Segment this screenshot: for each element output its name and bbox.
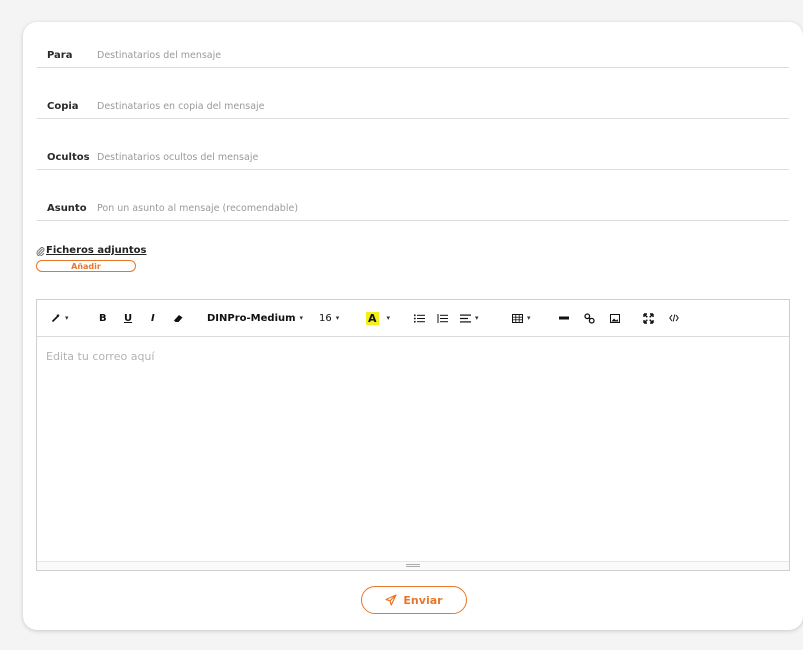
attachments-title: Ficheros adjuntos: [36, 245, 147, 256]
table-dropdown[interactable]: ▾: [512, 310, 531, 326]
insert-image-button[interactable]: [610, 310, 620, 326]
send-label: Enviar: [403, 593, 443, 607]
code-view-button[interactable]: [669, 310, 679, 326]
add-attachment-button[interactable]: Añadir: [36, 260, 136, 272]
subject-field: Asunto: [37, 181, 789, 221]
horizontal-rule-button[interactable]: [559, 310, 569, 326]
table-icon: [512, 313, 523, 323]
highlight-a-icon: A: [366, 311, 379, 325]
fullscreen-button[interactable]: [643, 310, 654, 326]
chevron-down-icon: ▾: [386, 314, 391, 322]
horizontal-rule-icon: [559, 316, 569, 320]
chevron-down-icon: ▾: [335, 314, 340, 322]
align-left-icon: [460, 314, 471, 322]
bold-button[interactable]: B: [99, 310, 107, 326]
subject-label: Asunto: [47, 203, 87, 214]
compose-card: Para Copia Ocultos Asunto Ficheros adjun…: [23, 22, 803, 630]
font-size-dropdown[interactable]: 16 ▾: [319, 310, 339, 326]
style-dropdown[interactable]: ▾: [51, 310, 69, 326]
font-family-value: DINPro-Medium: [207, 312, 296, 324]
ordered-list-button[interactable]: [437, 310, 448, 326]
paper-plane-icon: [385, 594, 398, 606]
cc-field: Copia: [37, 79, 789, 119]
rich-text-editor: ▾ B U I DINPro-Medium ▾ 16 ▾ A ▾ ▾ ▾ Edi…: [36, 299, 790, 571]
image-icon: [610, 313, 620, 323]
font-size-value: 16: [319, 312, 332, 324]
insert-link-button[interactable]: [584, 310, 595, 326]
attachments-label: Ficheros adjuntos: [46, 245, 147, 256]
paragraph-align-dropdown[interactable]: ▾: [460, 310, 479, 326]
paperclip-icon: [36, 246, 45, 256]
chevron-down-icon: ▾: [475, 314, 479, 322]
bcc-label: Ocultos: [47, 152, 90, 163]
unordered-list-button[interactable]: [414, 310, 425, 326]
cc-label: Copia: [47, 101, 79, 112]
to-field: Para: [37, 28, 789, 68]
bcc-field: Ocultos: [37, 130, 789, 170]
editor-toolbar: ▾ B U I DINPro-Medium ▾ 16 ▾ A ▾ ▾ ▾: [37, 300, 789, 337]
send-button[interactable]: Enviar: [361, 586, 467, 614]
italic-button[interactable]: I: [151, 310, 155, 326]
subject-input[interactable]: [97, 198, 717, 218]
numbered-list-icon: [437, 313, 448, 323]
bcc-input[interactable]: [97, 147, 717, 167]
magic-wand-icon: [51, 313, 60, 323]
link-icon: [584, 312, 595, 324]
font-family-dropdown[interactable]: DINPro-Medium ▾: [207, 310, 303, 326]
chevron-down-icon: ▾: [299, 314, 304, 322]
chevron-down-icon: ▾: [527, 314, 531, 322]
bullet-list-icon: [414, 314, 425, 322]
underline-button[interactable]: U: [124, 310, 132, 326]
to-label: Para: [47, 50, 73, 61]
chevron-down-icon: ▾: [65, 314, 69, 322]
attachments-section: Ficheros adjuntos Añadir: [36, 245, 147, 272]
editor-content-area[interactable]: Edita tu correo aquí: [37, 336, 789, 562]
clear-format-button[interactable]: [173, 310, 184, 326]
cc-input[interactable]: [97, 96, 717, 116]
to-input[interactable]: [97, 45, 717, 65]
eraser-icon: [174, 315, 183, 322]
editor-resize-handle[interactable]: [37, 561, 789, 570]
code-icon: [669, 314, 679, 322]
editor-placeholder: Edita tu correo aquí: [46, 350, 155, 363]
fullscreen-icon: [643, 312, 654, 324]
highlight-color-dropdown[interactable]: A ▾: [366, 310, 390, 326]
resize-grip-icon: [406, 564, 420, 567]
